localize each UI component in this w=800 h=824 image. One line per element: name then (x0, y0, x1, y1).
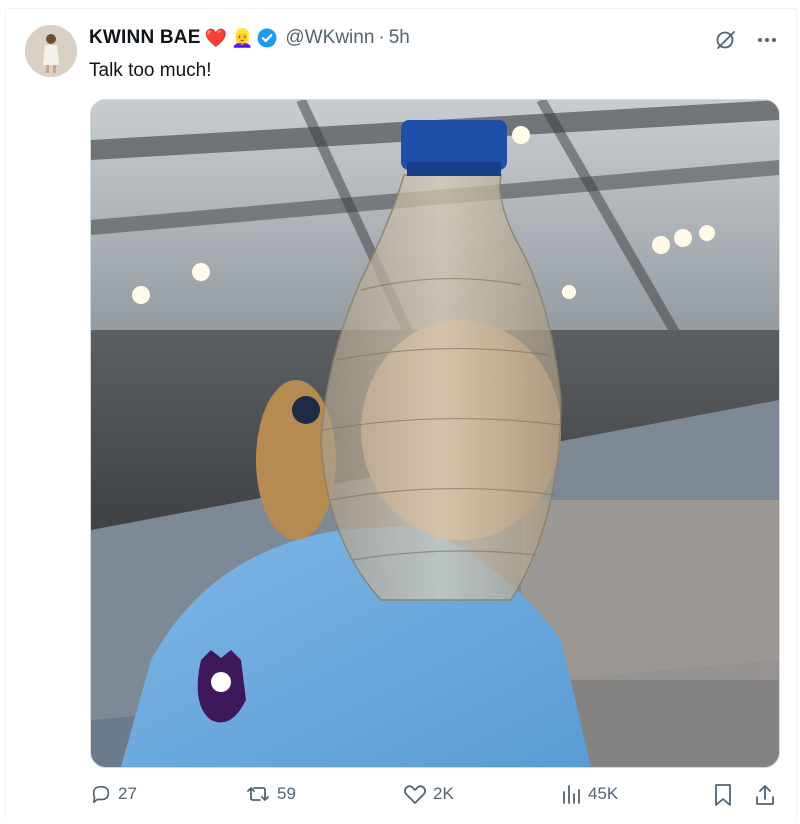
secondary-actions (712, 783, 776, 812)
repost-icon (247, 787, 269, 801)
heart-icon (403, 785, 427, 804)
top-actions (714, 28, 778, 57)
share-icon[interactable] (754, 783, 776, 812)
more-icon[interactable] (756, 29, 778, 56)
analytics-icon (563, 785, 580, 804)
avatar-image (25, 25, 77, 77)
display-name[interactable]: KWINN BAE (89, 27, 201, 49)
action-bar: 27 59 2K 45K (0, 780, 800, 812)
bookmark-icon[interactable] (712, 783, 734, 812)
reply-button[interactable]: 27 (90, 783, 137, 805)
verified-badge-icon (257, 28, 277, 48)
heart-emoji: ❤️ (204, 28, 227, 48)
like-count: 2K (433, 784, 454, 803)
tweet-header: KWINN BAE ❤️ 👱‍♀️ @WKwinn · 5h (89, 27, 410, 49)
avatar[interactable] (25, 25, 77, 77)
reply-count: 27 (118, 784, 137, 803)
person-emoji: 👱‍♀️ (231, 28, 254, 48)
timestamp[interactable]: 5h (389, 27, 410, 49)
repost-button[interactable]: 59 (247, 783, 296, 805)
grok-icon[interactable] (714, 28, 738, 57)
reply-icon (92, 785, 110, 804)
user-handle[interactable]: @WKwinn (285, 27, 374, 49)
repost-count: 59 (277, 784, 296, 803)
tweet-text: Talk too much! (89, 60, 212, 81)
view-count: 45K (588, 784, 619, 803)
views-button[interactable]: 45K (560, 783, 618, 805)
separator-dot: · (378, 27, 385, 48)
tweet-image[interactable] (90, 99, 780, 768)
like-button[interactable]: 2K (403, 783, 454, 805)
